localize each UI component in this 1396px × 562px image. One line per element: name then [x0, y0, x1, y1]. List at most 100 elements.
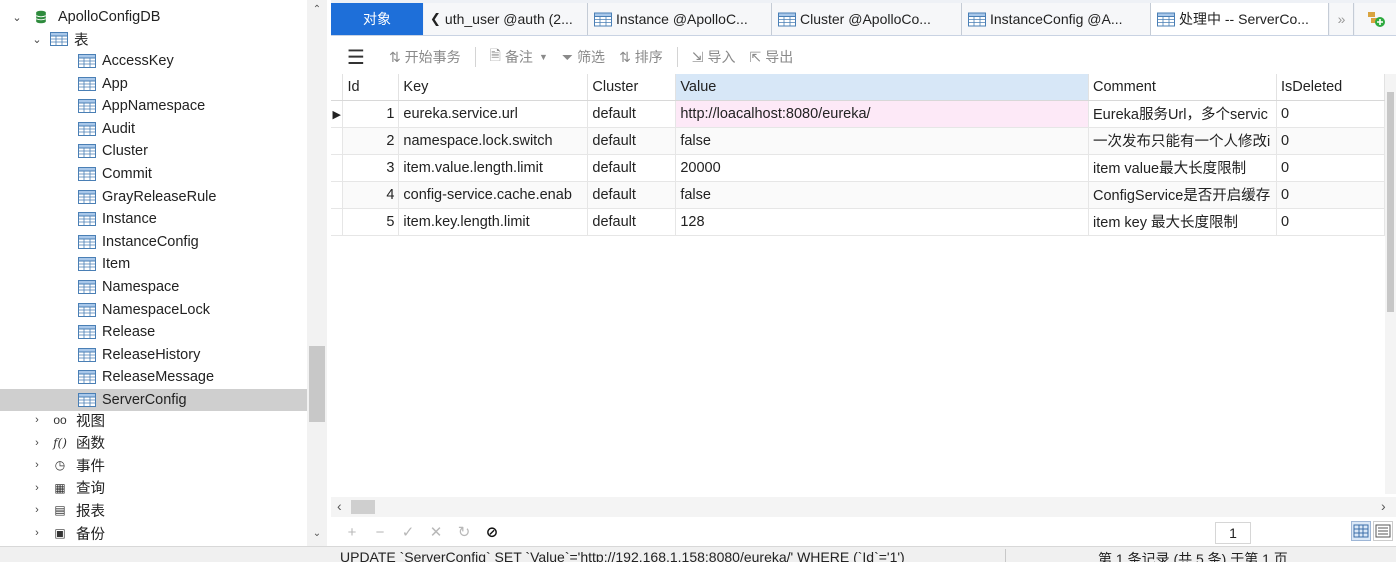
cell-key[interactable]: eureka.service.url: [398, 100, 589, 128]
tree-db-node[interactable]: ⌄ ApolloConfigDB: [10, 6, 317, 28]
grid-view-button[interactable]: [1351, 521, 1371, 541]
tree-group-item[interactable]: › ▣ 备份: [30, 522, 327, 544]
table-row[interactable]: 4 config-service.cache.enab default false Co…: [331, 181, 1385, 209]
tab-instanceconfig[interactable]: InstanceConfig @A...: [962, 3, 1151, 35]
delete-record-icon[interactable]: −: [373, 524, 387, 541]
row-indicator[interactable]: [331, 208, 344, 236]
table-row[interactable]: 3 item.value.length.limit default 20000 item…: [331, 154, 1385, 182]
cell-key[interactable]: item.key.length.limit: [398, 208, 589, 236]
cell-value[interactable]: http://loacalhost:8080/eureka/: [675, 100, 1089, 128]
column-header-comment[interactable]: Comment: [1088, 74, 1277, 101]
row-indicator[interactable]: ▶: [331, 100, 344, 128]
chevron-right-icon[interactable]: ›: [30, 504, 44, 516]
cell-isdeleted[interactable]: 0: [1276, 100, 1385, 128]
cell-comment[interactable]: item key 最大长度限制: [1088, 208, 1277, 236]
cell-comment[interactable]: Eureka服务Url，多个servic: [1088, 100, 1277, 128]
tab-instance[interactable]: Instance @ApolloC...: [588, 3, 772, 35]
tree-table-item[interactable]: GrayReleaseRule: [0, 186, 307, 208]
chevron-right-icon[interactable]: ›: [30, 527, 44, 539]
export-button[interactable]: ⇱ 导出: [750, 47, 794, 67]
grid-horizontal-scrollbar[interactable]: ‹ ›: [331, 497, 1396, 517]
apply-changes-icon[interactable]: ✓: [401, 523, 415, 541]
scroll-left-icon[interactable]: ‹: [337, 498, 342, 514]
tree-group-item[interactable]: › ▤ 报表: [30, 499, 327, 521]
cell-cluster[interactable]: default: [587, 208, 677, 236]
cell-key[interactable]: namespace.lock.switch: [398, 127, 589, 155]
cell-id[interactable]: 3: [342, 154, 400, 182]
column-header-isdeleted[interactable]: IsDeleted: [1276, 74, 1385, 101]
add-record-icon[interactable]: +: [345, 524, 359, 541]
refresh-icon[interactable]: ↻: [457, 523, 471, 541]
cell-key[interactable]: item.value.length.limit: [398, 154, 589, 182]
cell-cluster[interactable]: default: [587, 154, 677, 182]
tab-objects[interactable]: 对象: [331, 3, 423, 35]
form-view-button[interactable]: [1373, 521, 1393, 541]
grid-vertical-scrollbar[interactable]: [1385, 74, 1396, 494]
chevron-down-icon[interactable]: ⌄: [10, 11, 24, 24]
tree-table-item[interactable]: ReleaseHistory: [0, 344, 307, 366]
new-tab-button[interactable]: [1355, 3, 1396, 35]
tree-group-item[interactable]: › ▦ 查询: [30, 477, 327, 499]
tree-scrollbar[interactable]: ⌃ ⌄: [307, 0, 327, 546]
grid-hscroll-thumb[interactable]: [351, 500, 375, 514]
cell-isdeleted[interactable]: 0: [1276, 208, 1385, 236]
grid-vscroll-thumb[interactable]: [1387, 92, 1394, 312]
cell-value[interactable]: false: [675, 181, 1089, 209]
column-header-id[interactable]: Id: [342, 74, 400, 101]
cell-comment[interactable]: ConfigService是否开启缓存: [1088, 181, 1277, 209]
tree-scroll-thumb[interactable]: [309, 346, 325, 422]
tree-table-item[interactable]: Audit: [0, 118, 307, 140]
tree-table-item[interactable]: Namespace: [0, 276, 307, 298]
table-row[interactable]: ▶ 1 eureka.service.url default http://loacal…: [331, 100, 1385, 128]
chevron-right-icon[interactable]: ›: [30, 482, 44, 494]
cell-cluster[interactable]: default: [587, 127, 677, 155]
begin-transaction-button[interactable]: ⇅ 开始事务: [389, 47, 461, 67]
cell-cluster[interactable]: default: [587, 100, 677, 128]
dropdown-arrow-icon[interactable]: ▼: [539, 52, 548, 62]
tree-table-item[interactable]: Cluster: [0, 140, 307, 162]
cell-id[interactable]: 5: [342, 208, 400, 236]
column-header-key[interactable]: Key: [398, 74, 589, 101]
tree-table-item[interactable]: NamespaceLock: [0, 299, 307, 321]
tree-table-item[interactable]: AccessKey: [0, 50, 307, 72]
tree-group-item[interactable]: › oo 视图: [30, 409, 327, 431]
cell-cluster[interactable]: default: [587, 181, 677, 209]
cell-isdeleted[interactable]: 0: [1276, 127, 1385, 155]
row-indicator[interactable]: [331, 181, 344, 209]
note-button[interactable]: 🗎 备注 ▼: [490, 45, 548, 69]
tree-group-item[interactable]: › ◷ 事件: [30, 454, 327, 476]
table-row[interactable]: 2 namespace.lock.switch default false 一次发布只能…: [331, 127, 1385, 155]
row-indicator[interactable]: [331, 154, 344, 182]
import-button[interactable]: ⇲ 导入: [692, 47, 736, 67]
chevron-right-icon[interactable]: ›: [30, 437, 44, 449]
tree-table-item[interactable]: Item: [0, 253, 307, 275]
chevron-right-icon[interactable]: ›: [30, 459, 44, 471]
cell-comment[interactable]: item value最大长度限制: [1088, 154, 1277, 182]
cell-isdeleted[interactable]: 0: [1276, 181, 1385, 209]
tree-table-item[interactable]: InstanceConfig: [0, 231, 307, 253]
tree-table-item[interactable]: Instance: [0, 208, 307, 230]
cell-id[interactable]: 2: [342, 127, 400, 155]
table-row[interactable]: 5 item.key.length.limit default 128 item key…: [331, 208, 1385, 236]
tree-table-item[interactable]: Commit: [0, 163, 307, 185]
sort-button[interactable]: ⇅ 排序: [619, 47, 663, 67]
stop-icon[interactable]: ⊘: [485, 523, 499, 541]
scroll-down-icon[interactable]: ⌄: [307, 528, 327, 539]
tab-serverconfig[interactable]: 处理中 -- ServerCo...: [1151, 3, 1329, 35]
tab-cluster[interactable]: Cluster @ApolloCo...: [772, 3, 962, 35]
cell-value[interactable]: 20000: [675, 154, 1089, 182]
row-indicator[interactable]: [331, 127, 344, 155]
cell-comment[interactable]: 一次发布只能有一个人修改i: [1088, 127, 1277, 155]
tree-table-item[interactable]: AppNamespace: [0, 95, 307, 117]
column-header-cluster[interactable]: Cluster: [587, 74, 677, 101]
cell-key[interactable]: config-service.cache.enab: [398, 181, 589, 209]
tree-table-item[interactable]: Release: [0, 321, 307, 343]
tab-auth-user[interactable]: ❮ uth_user @auth (2...: [424, 3, 588, 35]
menu-icon[interactable]: ☰: [347, 45, 365, 70]
cell-id[interactable]: 1: [342, 100, 400, 128]
page-number-field[interactable]: 1: [1215, 522, 1251, 544]
scroll-up-icon[interactable]: ⌃: [307, 4, 327, 15]
cell-id[interactable]: 4: [342, 181, 400, 209]
tab-overflow-button[interactable]: »: [1330, 3, 1354, 35]
tree-table-item[interactable]: App: [0, 73, 307, 95]
